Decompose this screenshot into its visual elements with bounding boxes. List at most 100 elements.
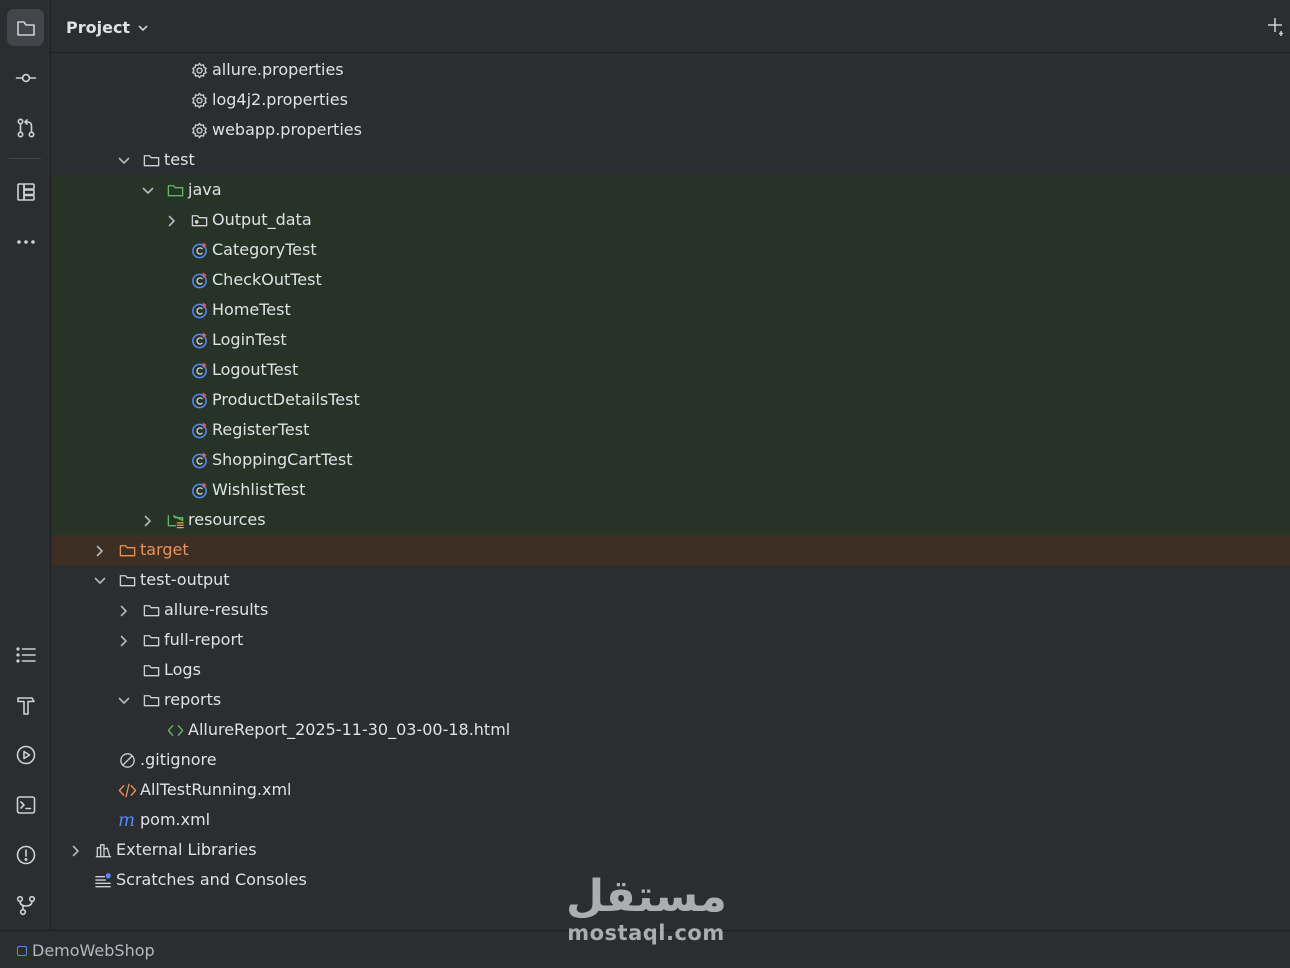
watermark-arabic: مستقل [566, 871, 727, 922]
tree-node-label: .gitignore [140, 750, 217, 769]
tree-node[interactable]: log4j2.properties [52, 85, 1290, 115]
tree-node[interactable]: allure-results [52, 595, 1290, 625]
folder-icon [16, 20, 35, 36]
tree-node-label: LogoutTest [212, 360, 299, 379]
tree-node[interactable]: m pom.xml [52, 805, 1290, 835]
tree-node-label: webapp.properties [212, 120, 362, 139]
tree-node-label: full-report [164, 630, 244, 649]
folder-icon [141, 150, 161, 170]
git-branch-icon [16, 895, 35, 915]
tree-node[interactable]: full-report [52, 625, 1290, 655]
chevron-right-icon[interactable] [69, 843, 83, 857]
tree-node-label: pom.xml [140, 810, 211, 829]
chevron-right-icon[interactable] [93, 543, 107, 557]
sidebar-divider [9, 158, 41, 159]
module-icon [17, 945, 27, 956]
todo-list-tool-button[interactable] [7, 636, 44, 673]
tree-node[interactable]: java [52, 175, 1290, 205]
terminal-icon [16, 795, 35, 814]
services-tool-button[interactable] [7, 736, 44, 773]
tree-node[interactable]: test [52, 145, 1290, 175]
tree-node-label: log4j2.properties [212, 90, 348, 109]
chevron-right-icon[interactable] [141, 513, 155, 527]
tree-node-label: WishlistTest [212, 480, 306, 499]
tree-node-label: RegisterTest [212, 420, 310, 439]
tree-node-label: CategoryTest [212, 240, 317, 259]
breadcrumb-project[interactable]: DemoWebShop [17, 941, 155, 960]
git-branch-tool-button[interactable] [7, 886, 44, 923]
properties-icon [189, 120, 209, 140]
build-hammer-tool-button[interactable] [7, 686, 44, 723]
tree-node[interactable]: Logs [52, 655, 1290, 685]
java-test-class-icon [189, 390, 209, 410]
tree-node[interactable]: CategoryTest [52, 235, 1290, 265]
properties-icon [189, 60, 209, 80]
tree-node[interactable]: webapp.properties [52, 115, 1290, 145]
tool-window-sidebar [0, 0, 51, 930]
tree-node[interactable]: target [52, 535, 1290, 565]
structure-tool-button[interactable] [7, 173, 44, 210]
tree-node[interactable]: test-output [52, 565, 1290, 595]
tree-node[interactable]: ProductDetailsTest [52, 385, 1290, 415]
todo-list-icon [15, 646, 36, 663]
project-name: DemoWebShop [32, 941, 155, 960]
tree-node-label: allure.properties [212, 60, 344, 79]
folder-icon [141, 660, 161, 680]
test-resources-folder-icon [165, 510, 185, 530]
add-icon[interactable] [1264, 15, 1286, 37]
chevron-down-icon[interactable] [141, 183, 155, 197]
problems-tool-button[interactable] [7, 836, 44, 873]
tree-node[interactable]: resources [52, 505, 1290, 535]
project-view-selector[interactable]: Project [66, 18, 150, 37]
tree-node[interactable]: CheckOutTest [52, 265, 1290, 295]
java-test-class-icon [189, 480, 209, 500]
tree-node[interactable]: RegisterTest [52, 415, 1290, 445]
commit-tool-button[interactable] [7, 59, 44, 96]
tree-node[interactable]: AllureReport_2025-11-30_03-00-18.html [52, 715, 1290, 745]
scratches-icon [93, 870, 113, 890]
java-test-class-icon [189, 270, 209, 290]
java-test-class-icon [189, 300, 209, 320]
tree-node[interactable]: .gitignore [52, 745, 1290, 775]
tree-node[interactable]: allure.properties [52, 55, 1290, 85]
maven-icon: m [117, 810, 137, 830]
java-test-class-icon [189, 240, 209, 260]
chevron-right-icon[interactable] [165, 213, 179, 227]
more-tool-button[interactable] [7, 223, 44, 260]
tree-node[interactable]: Output_data [52, 205, 1290, 235]
svg-text:m: m [118, 811, 135, 830]
tree-node[interactable]: HomeTest [52, 295, 1290, 325]
test-source-folder-icon [165, 180, 185, 200]
tree-node-label: ProductDetailsTest [212, 390, 360, 409]
chevron-right-icon[interactable] [117, 603, 131, 617]
java-test-class-icon [189, 360, 209, 380]
tree-node-label: Scratches and Consoles [116, 870, 307, 889]
tree-node[interactable]: LoginTest [52, 325, 1290, 355]
java-test-class-icon [189, 330, 209, 350]
html-file-icon [165, 720, 185, 740]
tree-node[interactable]: WishlistTest [52, 475, 1290, 505]
folder-tool-button[interactable] [7, 9, 44, 46]
build-hammer-icon [16, 696, 35, 715]
tree-node[interactable]: ShoppingCartTest [52, 445, 1290, 475]
tree-node[interactable]: LogoutTest [52, 355, 1290, 385]
watermark-logo: مستقل mostaql.com [566, 871, 727, 945]
chevron-down-icon[interactable] [117, 693, 131, 707]
chevron-right-icon[interactable] [117, 633, 131, 647]
folder-icon [141, 600, 161, 620]
tree-node-label: Output_data [212, 210, 312, 229]
tree-node-label: test [164, 150, 195, 169]
java-test-class-icon [189, 420, 209, 440]
chevron-down-icon[interactable] [117, 153, 131, 167]
chevron-down-icon[interactable] [93, 573, 107, 587]
terminal-tool-button[interactable] [7, 786, 44, 823]
tree-node[interactable]: reports [52, 685, 1290, 715]
tree-node[interactable]: AllTestRunning.xml [52, 775, 1290, 805]
tree-node-label: java [188, 180, 222, 199]
tree-node[interactable]: External Libraries [52, 835, 1290, 865]
services-icon [16, 745, 35, 764]
pull-request-tool-button[interactable] [7, 109, 44, 146]
watermark-latin: mostaql.com [567, 921, 725, 945]
xml-file-icon [117, 780, 137, 800]
tree-node-label: HomeTest [212, 300, 291, 319]
